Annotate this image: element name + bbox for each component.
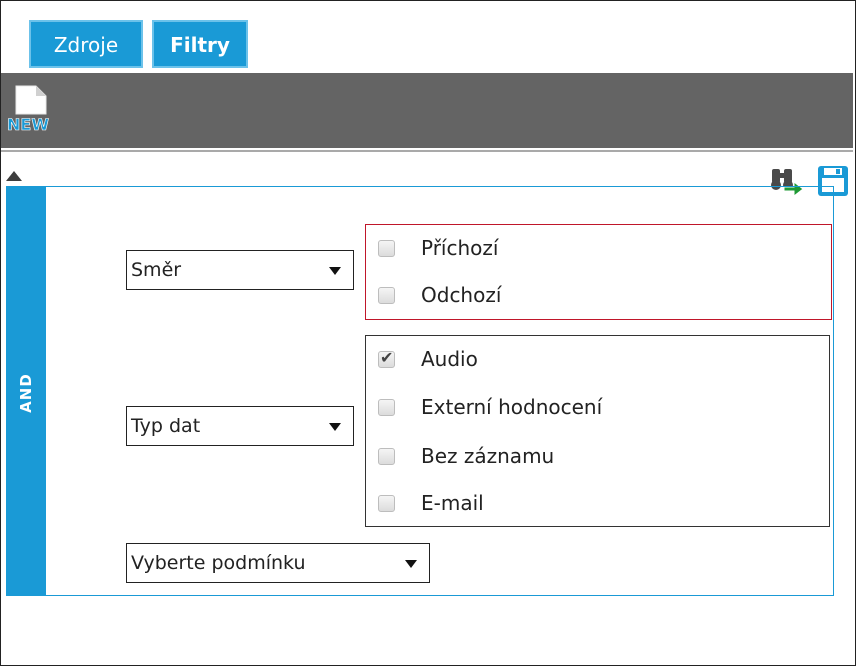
and-operator-label: AND [6,373,46,413]
option-label: Bez záznamu [421,444,555,468]
option-label: Příchozí [421,236,499,260]
and-operator-text: AND [17,373,35,413]
toolbar-divider [1,150,853,152]
option-checkbox-checked[interactable] [378,348,395,368]
option-item[interactable]: Audio [378,347,478,371]
dropdown-arrow-icon [329,423,341,431]
option-checkbox[interactable] [378,398,395,416]
svg-text:NEW: NEW [7,115,49,134]
option-item[interactable]: Příchozí [378,236,498,260]
condition-field-value: Směr [131,259,182,281]
option-label: Externí hodnocení [421,395,603,419]
tab-sources[interactable]: Zdroje [29,20,143,68]
condition-field-value: Typ dat [131,415,201,437]
condition-field-select[interactable]: Typ dat [126,406,354,446]
condition-options-box: Audio Externí hodnocení Bez záznamu E-ma… [365,335,830,527]
condition-options-box: Příchozí Odchozí [365,224,832,320]
option-checkbox[interactable] [378,494,395,512]
option-checkbox[interactable] [378,286,395,304]
condition-field-select[interactable]: Směr [126,250,354,290]
add-condition-select[interactable]: Vyberte podmínku [126,543,430,583]
option-checkbox[interactable] [378,447,395,465]
tab-filters[interactable]: Filtry [152,20,248,68]
dropdown-arrow-icon [329,267,341,275]
dropdown-arrow-icon [405,560,417,568]
add-condition-placeholder: Vyberte podmínku [131,552,306,574]
option-item[interactable]: Bez záznamu [378,444,554,468]
option-item[interactable]: E-mail [378,491,484,515]
option-label: Odchozí [421,283,502,307]
toolbar [1,73,853,148]
option-label: Audio [421,347,478,371]
option-checkbox[interactable] [378,239,395,257]
new-document-icon[interactable]: NEW [6,84,60,134]
option-label: E-mail [421,491,484,515]
option-item[interactable]: Externí hodnocení [378,395,602,419]
collapse-arrow-icon[interactable] [6,171,22,181]
option-item[interactable]: Odchozí [378,283,501,307]
